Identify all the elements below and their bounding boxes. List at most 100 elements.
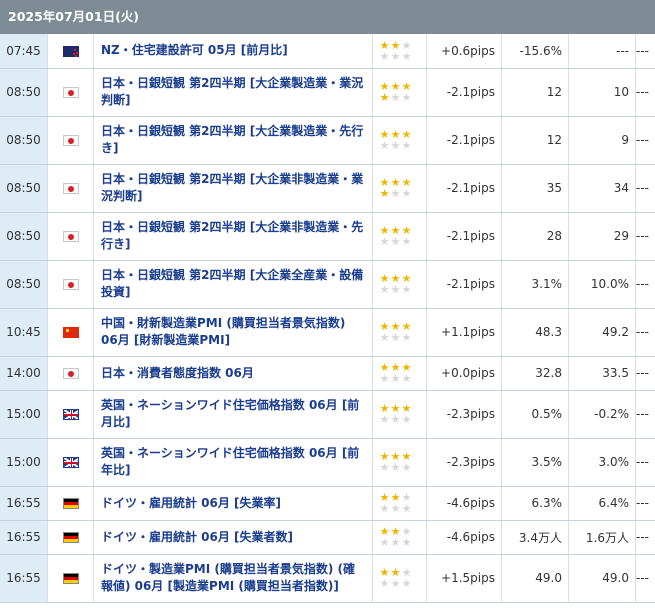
pips-change: +0.6pips [426, 34, 502, 69]
release-time: 15:00 [0, 390, 48, 439]
result-value: --- [635, 554, 655, 603]
indicator-link[interactable]: ドイツ・製造業PMI (購買担当者景気指数) (確報値) 06月 [製造業PMI… [93, 554, 373, 603]
table-row: 15:00 英国・ネーションワイド住宅価格指数 06月 [前年比] ★ ★ ★ ★ ★ ★ -2… [0, 438, 655, 487]
importance-rating: ★ ★ ★ ★ ★ ★ [372, 486, 427, 521]
release-time: 10:45 [0, 308, 48, 357]
country-flag-cell [47, 308, 94, 357]
importance-rating: ★ ★ ★ ★ ★ ★ [372, 520, 427, 555]
previous-value: 48.3 [501, 308, 569, 357]
forecast-value: 33.5 [568, 356, 636, 391]
star-icon: ★ [401, 372, 412, 385]
country-flag-cell [47, 34, 94, 69]
previous-value: 3.1% [501, 260, 569, 309]
pips-change: -2.1pips [426, 68, 502, 117]
forecast-value: 49.2 [568, 308, 636, 357]
de-flag-icon [62, 532, 79, 543]
uk-flag-icon [62, 409, 79, 420]
jp-flag-icon [62, 87, 79, 98]
date-header: 2025年07月01日(火) [0, 0, 655, 34]
star-icon: ★ [390, 461, 401, 474]
country-flag-cell [47, 486, 94, 521]
de-flag-icon [62, 573, 79, 584]
table-row: 15:00 英国・ネーションワイド住宅価格指数 06月 [前月比] ★ ★ ★ ★ ★ ★ -2… [0, 390, 655, 439]
table-row: 16:55 ドイツ・雇用統計 06月 [失業者数] ★ ★ ★ ★ ★ ★ -4.6pips 3.… [0, 520, 655, 555]
importance-rating: ★ ★ ★ ★ ★ ★ [372, 356, 427, 391]
country-flag-cell [47, 212, 94, 261]
indicator-link[interactable]: 日本・日銀短観 第2四半期 [大企業全産業・設備投資] [93, 260, 373, 309]
importance-rating: ★ ★ ★ ★ ★ ★ [372, 116, 427, 165]
nz-flag-icon [62, 45, 79, 57]
importance-rating: ★ ★ ★ ★ ★ ★ [372, 260, 427, 309]
jp-flag-icon [62, 368, 79, 379]
previous-value: 28 [501, 212, 569, 261]
pips-change: -4.6pips [426, 486, 502, 521]
forecast-value: 9 [568, 116, 636, 165]
indicator-link[interactable]: 日本・日銀短観 第2四半期 [大企業製造業・先行き] [93, 116, 373, 165]
previous-value: 32.8 [501, 356, 569, 391]
star-icon: ★ [401, 331, 412, 344]
result-value: --- [635, 438, 655, 487]
indicator-link[interactable]: ドイツ・雇用統計 06月 [失業者数] [93, 520, 373, 555]
pips-change: -2.1pips [426, 116, 502, 165]
result-value: --- [635, 68, 655, 117]
table-row: 16:55 ドイツ・雇用統計 06月 [失業率] ★ ★ ★ ★ ★ ★ -4.6pips 6.3… [0, 486, 655, 521]
pips-change: -2.3pips [426, 438, 502, 487]
country-flag-cell [47, 116, 94, 165]
de-flag-icon [62, 498, 79, 509]
importance-rating: ★ ★ ★ ★ ★ ★ [372, 554, 427, 603]
country-flag-cell [47, 260, 94, 309]
indicator-link[interactable]: 英国・ネーションワイド住宅価格指数 06月 [前月比] [93, 390, 373, 439]
star-icon: ★ [379, 235, 390, 248]
forecast-value: 29 [568, 212, 636, 261]
table-row: 08:50 日本・日銀短観 第2四半期 [大企業非製造業・業況判断] ★ ★ ★ ★ ★ ★ -… [0, 164, 655, 213]
country-flag-cell [47, 438, 94, 487]
pips-change: -2.3pips [426, 390, 502, 439]
importance-rating: ★ ★ ★ ★ ★ ★ [372, 212, 427, 261]
previous-value: 3.4万人 [501, 520, 569, 555]
indicator-table: 07:45 NZ・住宅建設許可 05月 [前月比] ★ ★ ★ ★ ★ ★ +0.6pips -1… [0, 34, 655, 603]
release-time: 15:00 [0, 438, 48, 487]
release-time: 08:50 [0, 68, 48, 117]
release-time: 16:55 [0, 520, 48, 555]
indicator-link[interactable]: NZ・住宅建設許可 05月 [前月比] [93, 34, 373, 69]
previous-value: 35 [501, 164, 569, 213]
star-icon: ★ [390, 577, 401, 590]
star-icon: ★ [401, 235, 412, 248]
country-flag-cell [47, 390, 94, 439]
previous-value: 6.3% [501, 486, 569, 521]
jp-flag-icon [62, 231, 79, 242]
star-icon: ★ [379, 283, 390, 296]
star-icon: ★ [390, 49, 401, 63]
star-icon: ★ [379, 372, 390, 385]
indicator-link[interactable]: 日本・消費者態度指数 06月 [93, 356, 373, 391]
star-icon: ★ [390, 235, 401, 248]
pips-change: +1.5pips [426, 554, 502, 603]
previous-value: -15.6% [501, 34, 569, 69]
star-icon: ★ [390, 502, 401, 515]
jp-flag-icon [62, 279, 79, 290]
indicator-link[interactable]: 日本・日銀短観 第2四半期 [大企業非製造業・業況判断] [93, 164, 373, 213]
cn-flag-icon [62, 327, 79, 338]
star-icon: ★ [390, 331, 401, 344]
previous-value: 12 [501, 116, 569, 165]
indicator-link[interactable]: 日本・日銀短観 第2四半期 [大企業非製造業・先行き] [93, 212, 373, 261]
indicator-link[interactable]: 英国・ネーションワイド住宅価格指数 06月 [前年比] [93, 438, 373, 487]
previous-value: 12 [501, 68, 569, 117]
release-time: 07:45 [0, 34, 48, 69]
star-icon: ★ [390, 283, 401, 296]
star-icon: ★ [390, 372, 401, 385]
result-value: --- [635, 486, 655, 521]
table-row: 14:00 日本・消費者態度指数 06月 ★ ★ ★ ★ ★ ★ +0.0pips 32.8 33.… [0, 356, 655, 391]
star-icon: ★ [379, 49, 390, 63]
indicator-link[interactable]: 中国・財新製造業PMI (購買担当者景気指数) 06月 [財新製造業PMI] [93, 308, 373, 357]
star-icon: ★ [401, 413, 412, 426]
pips-change: -2.1pips [426, 212, 502, 261]
star-icon: ★ [390, 139, 401, 152]
pips-change: -2.1pips [426, 260, 502, 309]
indicator-link[interactable]: ドイツ・雇用統計 06月 [失業率] [93, 486, 373, 521]
result-value: --- [635, 390, 655, 439]
star-icon: ★ [379, 331, 390, 344]
indicator-link[interactable]: 日本・日銀短観 第2四半期 [大企業製造業・業況判断] [93, 68, 373, 117]
result-value: --- [635, 520, 655, 555]
star-icon: ★ [390, 536, 401, 549]
